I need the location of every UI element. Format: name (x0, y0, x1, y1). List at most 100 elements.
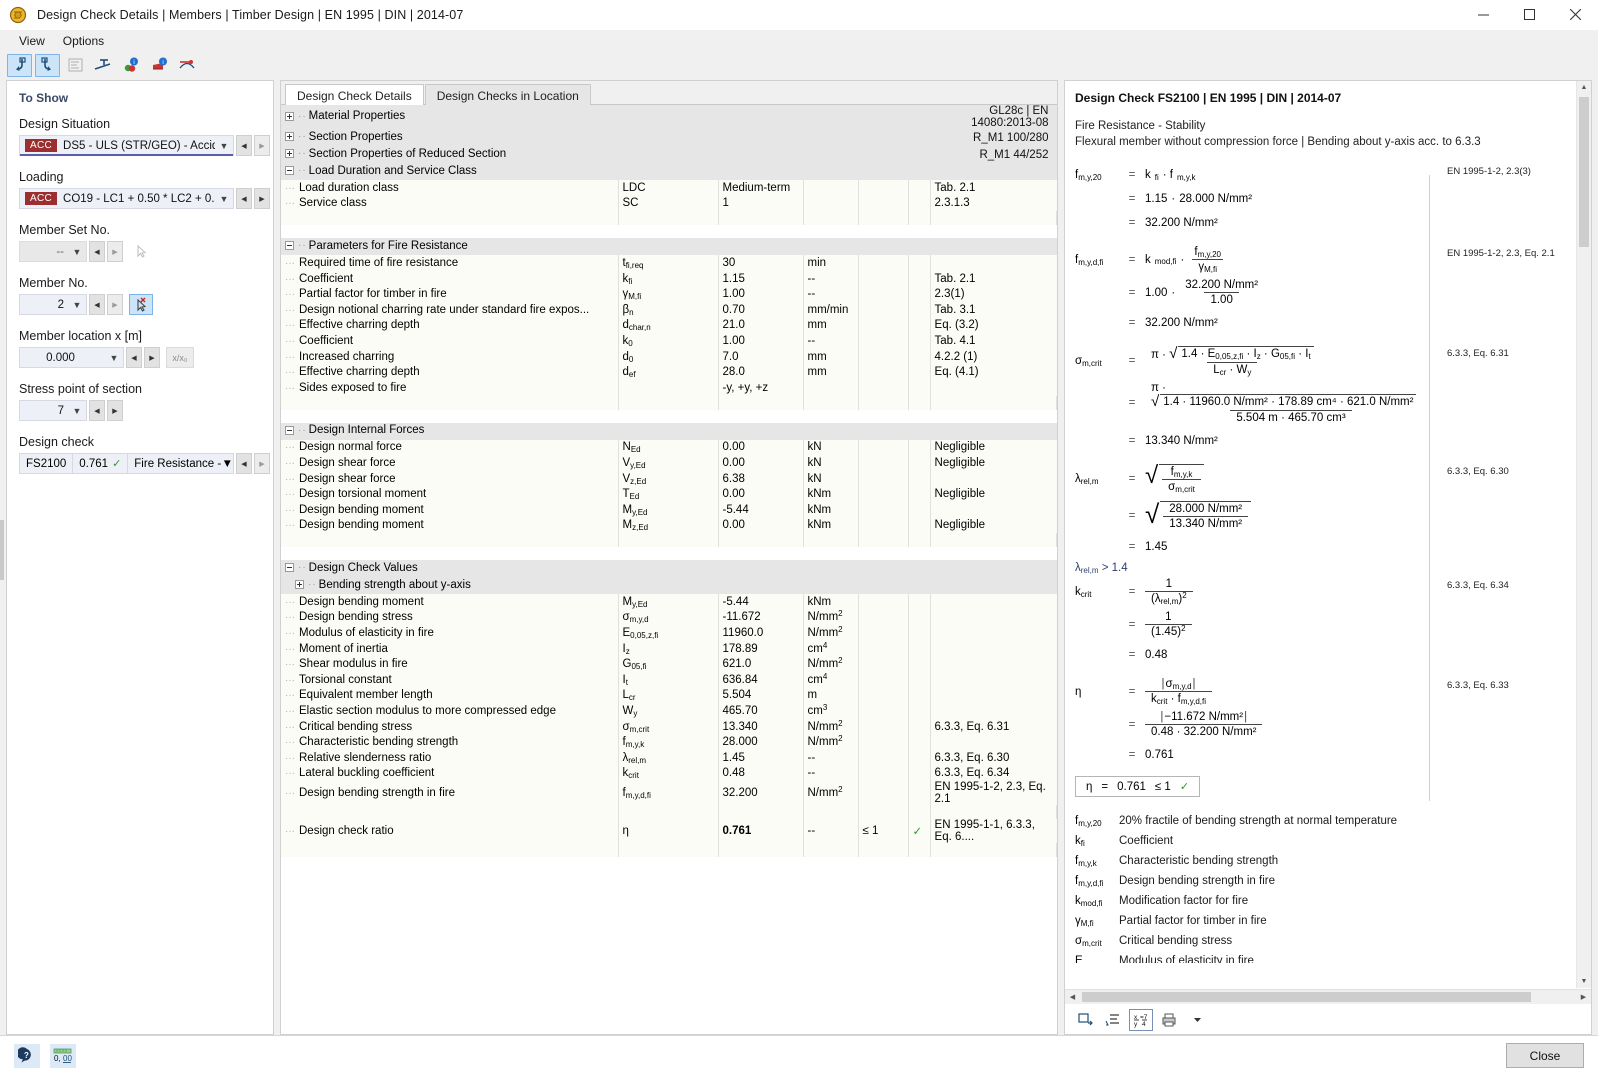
member-pick-button[interactable] (129, 294, 153, 315)
table-row[interactable]: ··· Effective charring depth def 28.0 mm … (281, 364, 1057, 380)
collapse-icon[interactable] (285, 563, 294, 573)
scroll-thumb-h[interactable] (1082, 992, 1531, 1002)
group-material-properties[interactable]: ·· Material Properties GL28c | EN 14080:… (281, 105, 1057, 129)
maximize-button[interactable] (1506, 0, 1552, 30)
design-check-next-button[interactable]: ▶ (254, 453, 270, 474)
table-row[interactable]: ··· Design bending moment Mz,Ed 0.00 kNm … (281, 517, 1057, 534)
tab-design-checks-in-location[interactable]: Design Checks in Location (424, 84, 591, 106)
table-row[interactable]: ··· Critical bending stress σm,crit 13.34… (281, 719, 1057, 735)
table-row[interactable]: ··· Effective charring depth dchar,n 21.0… (281, 317, 1057, 334)
group-design-check-values[interactable]: ·· Design Check Values (281, 560, 1057, 578)
collapse-icon[interactable] (285, 241, 294, 251)
group-design-internal-forces[interactable]: ·· Design Internal Forces (281, 422, 1057, 440)
table-row[interactable]: ··· Design shear force Vy,Ed 0.00 kN Negl… (281, 455, 1057, 471)
member-set-pick-button[interactable] (129, 241, 153, 262)
member-set-no-prev-button[interactable]: ◀ (89, 241, 105, 262)
group-section-properties[interactable]: ·· Section Properties R_M1 100/280 (281, 129, 1057, 146)
navigate-forward-button[interactable] (35, 53, 60, 77)
table-row[interactable]: ··· Coefficient k0 1.00 -- Tab. 4.1 (281, 333, 1057, 349)
design-check-combobox[interactable]: FS2100 0.761 ✓ Fire Resistance - ... ▼ (19, 453, 234, 474)
member-location-combobox[interactable]: 0.000 ▼ (19, 347, 124, 368)
table-row[interactable]: ··· Characteristic bending strength fm,y,… (281, 734, 1057, 751)
table-row[interactable]: ··· Modulus of elasticity in fire E0,05,z… (281, 625, 1057, 641)
group-fire-resistance-parameters[interactable]: ·· Parameters for Fire Resistance (281, 238, 1057, 256)
collapse-icon[interactable] (285, 166, 294, 176)
table-row[interactable]: ··· Required time of fire resistance tfi,… (281, 255, 1057, 271)
table-row[interactable]: ··· Lateral buckling coefficient kcrit 0.… (281, 765, 1057, 782)
loading-combobox[interactable]: ACC CO19 - LC1 + 0.50 * LC2 + 0.50 ... ▼ (19, 188, 234, 209)
table-row[interactable]: ··· Design bending strength in fire fm,y,… (281, 781, 1057, 806)
print-button[interactable] (1157, 1009, 1181, 1031)
panel-resize-handle[interactable] (0, 520, 4, 580)
member-location-prev-button[interactable]: ◀ (126, 347, 142, 368)
design-situation-next-button[interactable]: ▶ (254, 135, 270, 156)
chevron-down-icon[interactable]: ▼ (215, 141, 233, 151)
list-button[interactable] (1101, 1009, 1125, 1031)
formula-horizontal-scrollbar[interactable]: ◀ ▶ (1065, 989, 1591, 1004)
table-row[interactable]: ··· Load duration class LDC Medium-term T… (281, 180, 1057, 196)
scroll-left-arrow[interactable]: ◀ (1065, 993, 1080, 1001)
table-row[interactable]: ··· Design bending moment My,Ed -5.44 kNm (281, 501, 1057, 518)
table-row[interactable]: ··· Torsional constant It 636.84 cm4 (281, 672, 1057, 688)
print-dropdown-button[interactable] (1185, 1009, 1209, 1031)
member-axis-button[interactable] (91, 54, 116, 77)
collapse-icon[interactable] (285, 425, 294, 435)
chevron-down-icon[interactable]: ▼ (105, 353, 123, 363)
table-row[interactable]: ··· Coefficient kfi 1.15 -- Tab. 2.1 (281, 270, 1057, 287)
member-location-next-button[interactable]: ▶ (144, 347, 160, 368)
group-section-properties-reduced[interactable]: ·· Section Properties of Reduced Section… (281, 146, 1057, 163)
member-no-next-button[interactable]: ▶ (107, 294, 123, 315)
table-row[interactable]: ··· Relative slenderness ratio λrel,m 1.4… (281, 750, 1057, 766)
scroll-up-arrow[interactable]: ▲ (1577, 84, 1591, 91)
table-row[interactable]: ··· Partial factor for timber in fire γM,… (281, 286, 1057, 302)
design-situation-prev-button[interactable]: ◀ (236, 135, 252, 156)
info-blue-button[interactable]: i (147, 54, 172, 77)
member-set-no-combobox[interactable]: -- ▼ (19, 241, 87, 262)
table-row[interactable]: ··· Design notional charring rate under s… (281, 301, 1057, 318)
table-row[interactable]: ··· Moment of inertia Iz 178.89 cm4 (281, 641, 1057, 657)
help-button[interactable]: ? (14, 1043, 40, 1068)
loading-next-button[interactable]: ▶ (254, 188, 270, 209)
info-green-button[interactable]: i (119, 54, 144, 77)
table-row[interactable]: ··· Design torsional moment TEd 0.00 kNm … (281, 486, 1057, 502)
expand-icon[interactable] (285, 111, 294, 121)
member-no-prev-button[interactable]: ◀ (89, 294, 105, 315)
stress-point-combobox[interactable]: 7 ▼ (19, 400, 87, 421)
member-set-no-next-button[interactable]: ▶ (107, 241, 123, 262)
minimize-button[interactable] (1460, 0, 1506, 30)
navigate-back-button[interactable] (7, 53, 32, 77)
tab-design-check-details[interactable]: Design Check Details (285, 84, 424, 106)
chevron-down-icon[interactable]: ▼ (68, 300, 86, 310)
expand-icon[interactable] (285, 149, 294, 159)
table-row[interactable]: ··· Increased charring d0 7.0 mm 4.2.2 (1… (281, 348, 1057, 365)
formula-toggle-button[interactable]: x =7 y 4 (1129, 1008, 1153, 1031)
loading-prev-button[interactable]: ◀ (236, 188, 252, 209)
scroll-right-arrow[interactable]: ▶ (1576, 993, 1591, 1001)
table-row[interactable]: ··· Design bending moment My,Ed -5.44 kNm (281, 594, 1057, 610)
chevron-down-icon[interactable]: ▼ (68, 247, 86, 257)
relative-location-toggle[interactable]: x/x₀ (166, 347, 194, 368)
scroll-thumb[interactable] (1579, 97, 1589, 247)
chevron-down-icon[interactable]: ▼ (215, 194, 233, 204)
scroll-down-arrow[interactable]: ▼ (1577, 978, 1591, 985)
design-check-ratio-row[interactable]: ··· Design check ratio η 0.761 -- ≤ 1 ✓ E… (281, 819, 1057, 844)
close-button[interactable]: Close (1506, 1043, 1584, 1068)
close-window-button[interactable] (1552, 0, 1598, 30)
table-row[interactable]: ··· Sides exposed to fire -y, +y, +z (281, 379, 1057, 396)
expand-icon[interactable] (295, 580, 304, 590)
chevron-down-icon[interactable]: ▼ (68, 406, 86, 416)
design-check-prev-button[interactable]: ◀ (236, 453, 252, 474)
formula-vertical-scrollbar[interactable]: ▲ ▼ (1576, 81, 1591, 988)
export-button[interactable] (1073, 1009, 1097, 1031)
menu-view[interactable]: View (10, 32, 54, 50)
table-row[interactable]: ··· Elastic section modulus to more compr… (281, 703, 1057, 719)
stress-point-prev-button[interactable]: ◀ (89, 400, 105, 421)
chevron-down-icon[interactable]: ▼ (222, 458, 233, 470)
group-load-duration[interactable]: ·· Load Duration and Service Class (281, 163, 1057, 180)
list-view-button[interactable] (63, 54, 88, 77)
member-no-combobox[interactable]: 2 ▼ (19, 294, 87, 315)
table-row[interactable]: ··· Service class SC 1 2.3.1.3 (281, 195, 1057, 212)
subgroup-bending-strength-y[interactable]: ·· Bending strength about y-axis (281, 577, 1057, 595)
design-situation-combobox[interactable]: ACC DS5 - ULS (STR/GEO) - Accident... ▼ (19, 135, 234, 156)
table-row[interactable]: ··· Shear modulus in fire G05,fi 621.0 N/… (281, 656, 1057, 673)
